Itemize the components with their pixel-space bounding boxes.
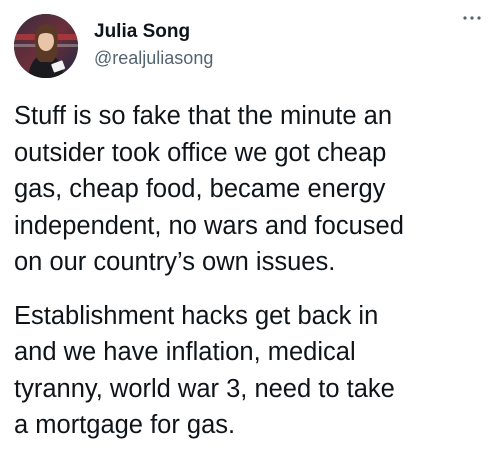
tweet-line: independent, no wars and focused: [14, 211, 404, 240]
tweet-header: Julia Song @realjuliasong: [14, 14, 486, 78]
author-names: Julia Song @realjuliasong: [94, 20, 213, 70]
tweet-line: Stuff is so fake that the minute an: [14, 102, 393, 130]
user-handle[interactable]: @realjuliasong: [94, 46, 213, 70]
tweet-line: tyranny, world war 3, need to take: [14, 374, 395, 403]
tweet-paragraph: Stuff is so fake that the minute an outs…: [14, 98, 492, 281]
tweet-line: a mortgage for gas.: [14, 411, 236, 439]
tweet-paragraph: Establishment hacks get back in and we h…: [14, 298, 492, 444]
tweet-line: outsider took office we got cheap: [14, 138, 387, 167]
tweet-text: Stuff is so fake that the minute an outs…: [14, 98, 492, 444]
more-options-button[interactable]: [460, 14, 484, 30]
more-horizontal-icon: [463, 16, 481, 20]
display-name[interactable]: Julia Song: [94, 20, 213, 44]
tweet-card: Julia Song @realjuliasong Stuff is so fa…: [0, 0, 500, 465]
tweet-line: Establishment hacks get back in: [14, 301, 379, 330]
avatar[interactable]: [14, 14, 78, 78]
tweet-line: on our country’s own issues.: [14, 248, 336, 276]
profile-photo-icon: [14, 14, 78, 78]
tweet-line: and we have inflation, medical: [14, 338, 356, 366]
tweet-line: gas, cheap food, became energy: [14, 175, 386, 203]
